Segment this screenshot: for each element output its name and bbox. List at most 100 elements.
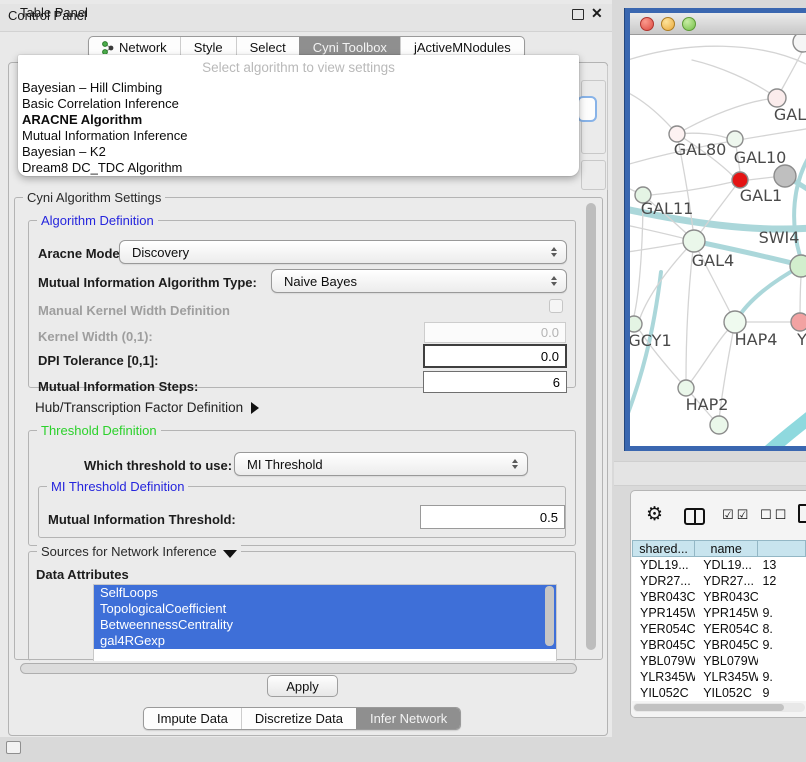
table-header-row: shared...name: [632, 540, 806, 557]
node-attribute-table[interactable]: shared...nameYDL19...YDL19...13YDR27...Y…: [632, 540, 806, 701]
checked-boxes-icon[interactable]: ☑☑: [722, 508, 751, 523]
node-label-GAL10: GAL10: [734, 148, 787, 167]
sources-group-title[interactable]: Sources for Network Inference: [37, 544, 241, 559]
bottom-tabbar: Impute DataDiscretize DataInfer Network: [143, 707, 461, 730]
network-edge[interactable]: [748, 177, 774, 180]
column-header[interactable]: shared...: [632, 540, 695, 557]
network-edge[interactable]: [630, 272, 661, 438]
network-edge[interactable]: [640, 241, 694, 318]
close-traffic-light-icon[interactable]: [640, 17, 654, 31]
attribute-item[interactable]: TopologicalCoefficient: [94, 601, 556, 617]
network-edge[interactable]: [736, 266, 801, 321]
minimize-traffic-light-icon[interactable]: [661, 17, 675, 31]
table-row[interactable]: YBL079WYBL079W: [632, 653, 806, 669]
column-header[interactable]: name: [695, 540, 758, 557]
table-row[interactable]: YDR27...YDR27...12: [632, 573, 806, 589]
columns-icon[interactable]: [684, 508, 705, 525]
network-edge[interactable]: [630, 88, 677, 134]
manual-kernel-label: Manual Kernel Width Definition: [38, 303, 230, 318]
table-cell: YBL079W: [695, 653, 758, 669]
table-row[interactable]: YDL19...YDL19...13: [632, 557, 806, 573]
algorithm-option[interactable]: ARACNE Algorithm: [21, 112, 576, 128]
table-cell: 9.: [758, 637, 806, 653]
tab-impute-data[interactable]: Impute Data: [144, 708, 241, 729]
node-salmon[interactable]: [791, 313, 806, 331]
which-threshold-combo[interactable]: MI Threshold: [234, 452, 528, 476]
hidden-group-fragment: [581, 160, 606, 190]
algorithm-option[interactable]: Bayesian – K2: [21, 144, 576, 160]
tab-label: Cyni Toolbox: [313, 40, 387, 55]
network-canvas[interactable]: GALGAL80GAL10GAL1GAL11SWI4GAL4GCY1HAP4YH…: [630, 35, 806, 446]
node-label-SWI4: SWI4: [759, 228, 800, 247]
table-cell: YDR27...: [632, 573, 695, 589]
table-row[interactable]: YBR043CYBR043C: [632, 589, 806, 605]
table-row[interactable]: YBR045CYBR045C9.: [632, 637, 806, 653]
mi-threshold-field[interactable]: 0.5: [420, 505, 565, 529]
algorithm-option[interactable]: Basic Correlation Inference: [21, 96, 576, 112]
table-cell: YBR045C: [632, 637, 695, 653]
algorithm-option[interactable]: Bayesian – Hill Climbing: [21, 80, 576, 96]
table-row[interactable]: YIL052CYIL052C9: [632, 685, 806, 701]
settings-vertical-scrollbar[interactable]: [586, 203, 596, 650]
attribute-item[interactable]: BetweennessCentrality: [94, 617, 556, 633]
hub-definition-toggle[interactable]: Hub/Transcription Factor Definition: [35, 400, 259, 415]
tab-label: Style: [194, 40, 223, 55]
table-cell: 9.: [758, 605, 806, 621]
manual-kernel-checkbox[interactable]: [549, 299, 563, 313]
settings-horizontal-scrollbar[interactable]: [20, 663, 577, 674]
zoom-traffic-light-icon[interactable]: [682, 17, 696, 31]
mi-steps-label: Mutual Information Steps:: [38, 379, 198, 394]
node-label-HAP4: HAP4: [735, 330, 778, 349]
table-horizontal-scrollbar[interactable]: [633, 703, 805, 712]
close-icon[interactable]: ✕: [591, 5, 603, 22]
table-row[interactable]: YER054CYER054C8.: [632, 621, 806, 637]
table-row[interactable]: YPR145WYPR145W9.: [632, 605, 806, 621]
network-edge[interactable]: [677, 99, 769, 134]
table-cell: YBL079W: [632, 653, 695, 669]
tab-discretize-data[interactable]: Discretize Data: [241, 708, 356, 729]
column-header[interactable]: [758, 540, 806, 557]
unchecked-boxes-icon[interactable]: ☐☐: [760, 508, 789, 523]
network-edge[interactable]: [768, 414, 806, 446]
node-label-Y: Y: [796, 330, 806, 349]
mi-type-combo[interactable]: Naive Bayes: [271, 269, 567, 293]
node-partial-bottom[interactable]: [710, 416, 728, 434]
network-edge[interactable]: [651, 180, 740, 195]
mini-window-icon[interactable]: [6, 741, 21, 754]
settings-group-title: Cyni Algorithm Settings: [23, 190, 165, 205]
node-GCY1[interactable]: [630, 316, 642, 332]
attributes-scrollbar[interactable]: [545, 586, 554, 646]
algorithm-option[interactable]: Mutual Information Inference: [21, 128, 576, 144]
table-panel-headerbar: [614, 461, 806, 486]
table-row[interactable]: YLR345WYLR345W9.: [632, 669, 806, 685]
algorithm-option[interactable]: Dream8 DC_TDC Algorithm: [21, 160, 576, 176]
document-icon[interactable]: [798, 504, 806, 523]
table-cell: YPR145W: [695, 605, 758, 621]
node-HAP2[interactable]: [678, 380, 694, 396]
apply-button[interactable]: Apply: [267, 675, 338, 697]
network-window-titlebar[interactable]: [630, 13, 806, 35]
mi-steps-field[interactable]: 6: [423, 371, 567, 393]
kernel-width-field[interactable]: 0.0: [424, 322, 566, 343]
gear-icon[interactable]: ⚙: [646, 503, 663, 525]
tab-infer-network[interactable]: Infer Network: [356, 708, 460, 729]
combo-arrows-icon: [551, 247, 557, 257]
node-label-GAL4: GAL4: [692, 251, 734, 270]
network-edge[interactable]: [686, 330, 728, 388]
attribute-item[interactable]: gal4RGexp: [94, 633, 556, 649]
table-hscroll-thumb[interactable]: [634, 704, 784, 711]
node-partial-top[interactable]: [793, 35, 806, 52]
network-edge[interactable]: [630, 46, 806, 64]
attribute-item[interactable]: SelfLoops: [94, 585, 556, 601]
aracne-mode-combo[interactable]: Discovery: [119, 240, 567, 264]
float-window-icon[interactable]: [572, 9, 584, 20]
algorithm-definition-title: Algorithm Definition: [37, 213, 158, 228]
data-attributes-list[interactable]: SelfLoopsTopologicalCoefficientBetweenne…: [93, 584, 557, 661]
node-SWI4[interactable]: [790, 255, 806, 277]
node-GAL10[interactable]: [727, 131, 743, 147]
network-edge[interactable]: [692, 60, 777, 98]
tab-label: Network: [119, 40, 167, 55]
node-gray[interactable]: [774, 165, 796, 187]
node-GAL4[interactable]: [683, 230, 705, 252]
dpi-tolerance-field[interactable]: 0.0: [423, 344, 567, 368]
